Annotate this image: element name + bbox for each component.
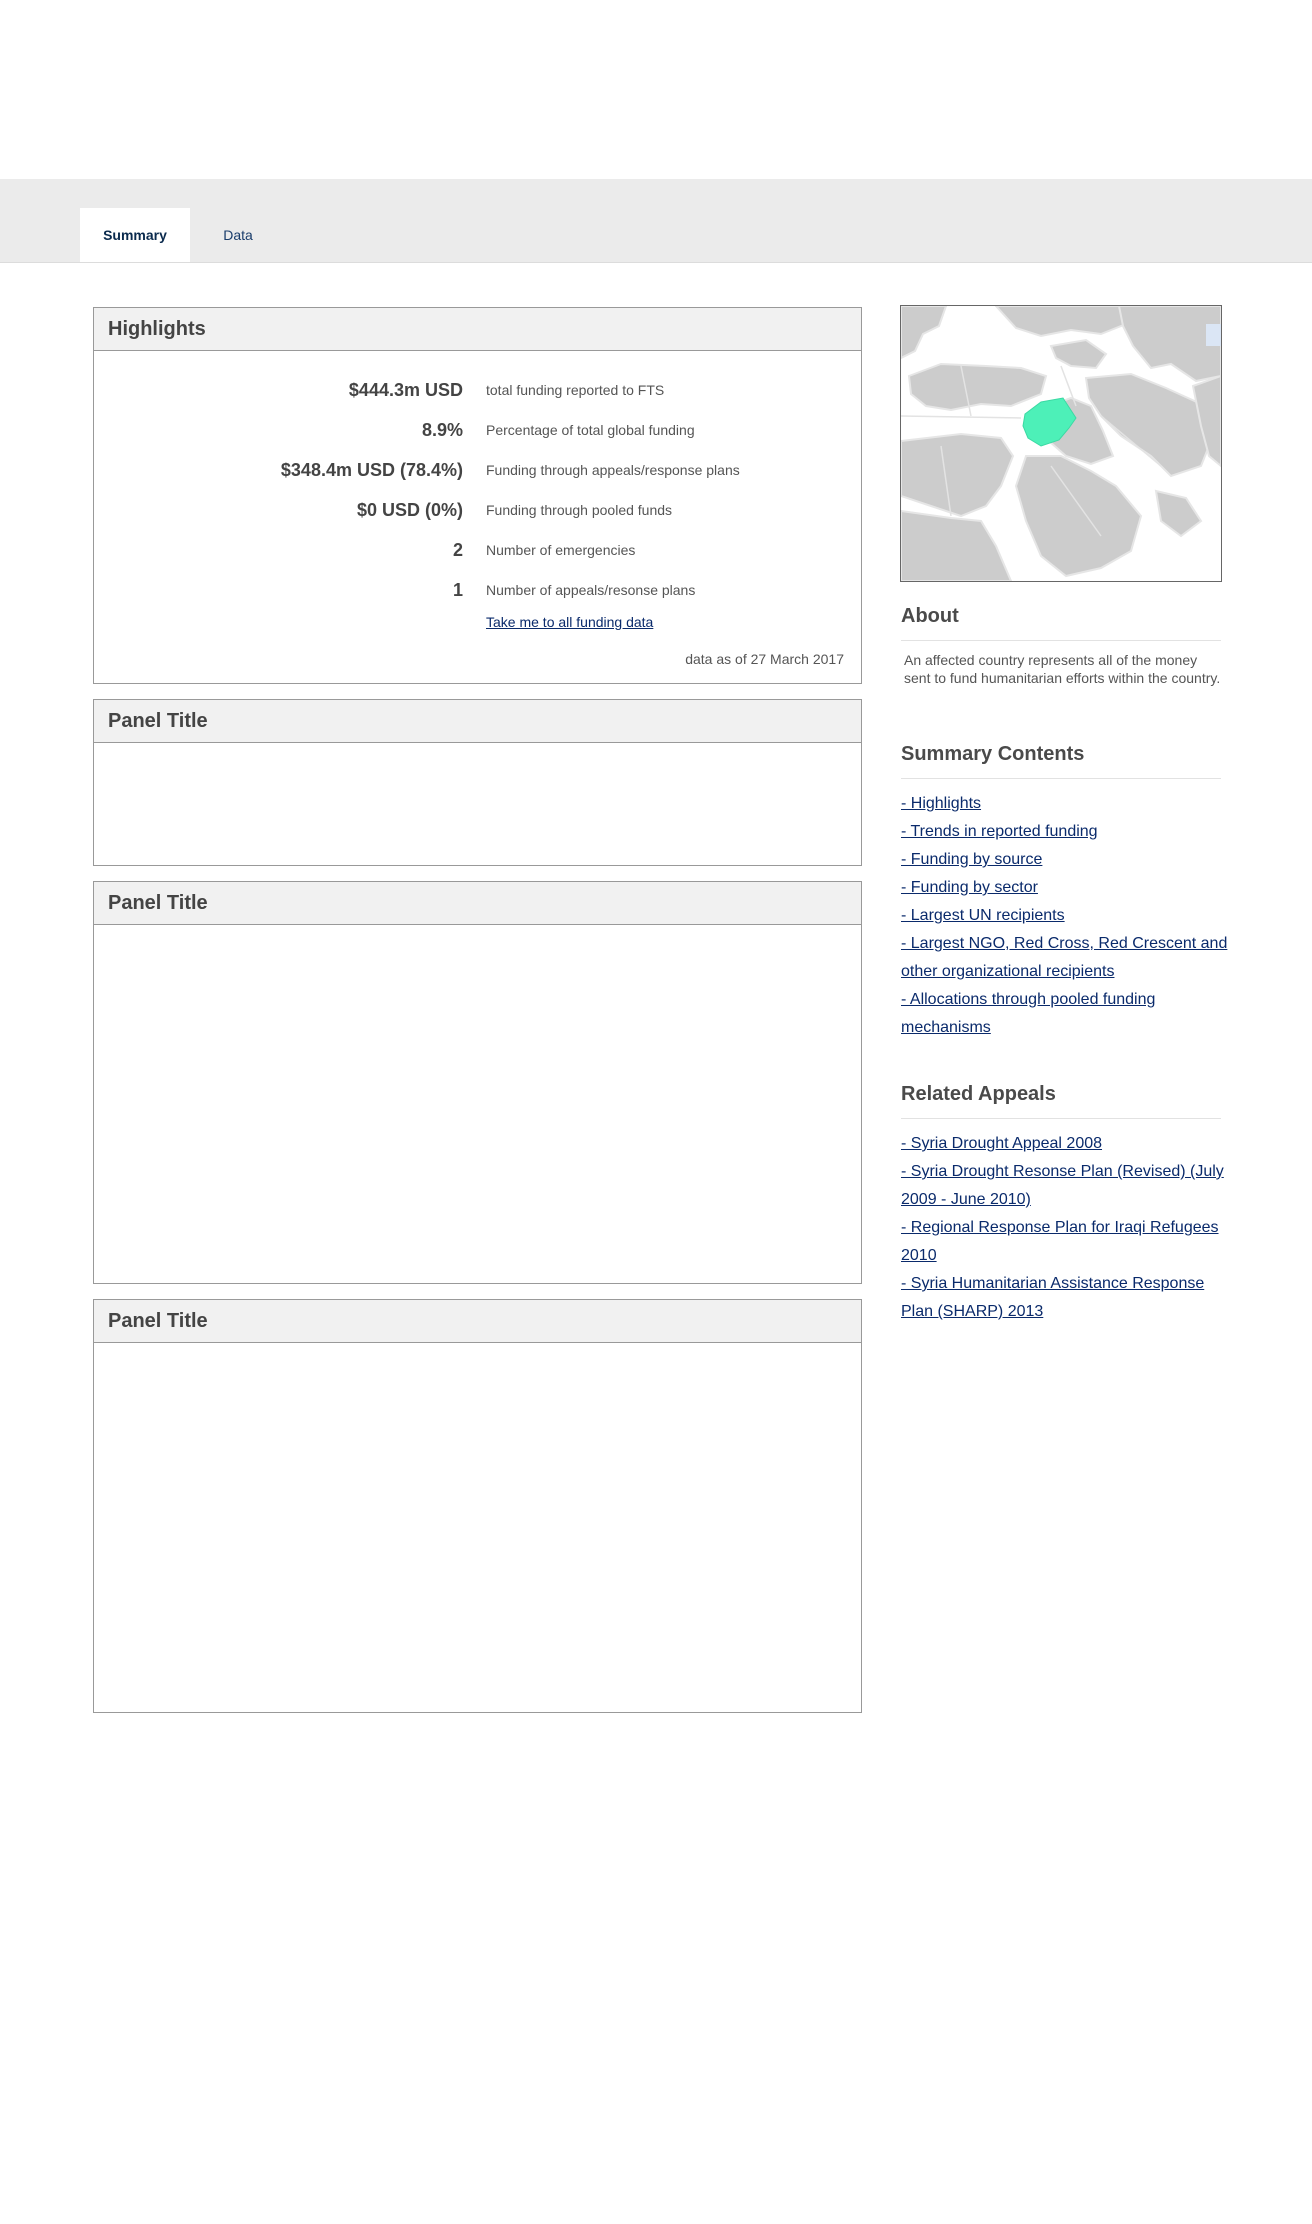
highlight-row-emergencies: 2 Number of emergencies	[94, 535, 861, 565]
tab-bar: Summary Data	[0, 179, 1312, 263]
global-percentage-label: Percentage of total global funding	[486, 422, 695, 438]
country-map[interactable]	[900, 305, 1222, 582]
contents-link-pooled-funding[interactable]: - Allocations through pooled funding mec…	[901, 986, 1231, 1042]
contents-link-highlights[interactable]: - Highlights	[901, 790, 1231, 818]
appeal-link-drought-2008[interactable]: - Syria Drought Appeal 2008	[901, 1130, 1231, 1158]
appeal-link-drought-response-plan[interactable]: - Syria Drought Resonse Plan (Revised) (…	[901, 1158, 1231, 1214]
panel-1-title: Panel Title	[94, 700, 861, 743]
contents-link-funding-by-sector[interactable]: - Funding by sector	[901, 874, 1231, 902]
map-corner-tile	[1206, 324, 1221, 346]
tab-summary[interactable]: Summary	[80, 208, 190, 262]
highlights-title: Highlights	[94, 308, 861, 351]
highlight-row-total-funding: $444.3m USD total funding reported to FT…	[94, 375, 861, 405]
contents-link-largest-un-recipients[interactable]: - Largest UN recipients	[901, 902, 1231, 930]
panel-3-title: Panel Title	[94, 1300, 861, 1343]
related-appeals-heading: Related Appeals	[901, 1083, 1221, 1119]
highlight-row-appeals-funding: $348.4m USD (78.4%) Funding through appe…	[94, 455, 861, 485]
contents-link-funding-by-source[interactable]: - Funding by source	[901, 846, 1231, 874]
pooled-funds-label: Funding through pooled funds	[486, 502, 673, 518]
global-percentage-value: 8.9%	[421, 420, 463, 440]
appeal-link-sharp-2013[interactable]: - Syria Humanitarian Assistance Response…	[901, 1270, 1231, 1326]
all-funding-data-link[interactable]: Take me to all funding data	[486, 614, 653, 630]
appeals-funding-value: $348.4m USD (78.4%)	[280, 460, 463, 480]
highlight-row-global-percentage: 8.9% Percentage of total global funding	[94, 415, 861, 445]
appeals-count-value: 1	[452, 580, 463, 600]
emergencies-value: 2	[452, 540, 463, 560]
contents-link-trends[interactable]: - Trends in reported funding	[901, 818, 1231, 846]
panel-3: Panel Title	[93, 1299, 862, 1713]
appeals-count-label: Number of appeals/resonse plans	[486, 582, 696, 598]
total-funding-value: $444.3m USD	[348, 380, 463, 400]
appeals-funding-label: Funding through appeals/response plans	[486, 462, 740, 478]
about-heading: About	[901, 605, 1221, 641]
appeal-link-iraqi-refugees-2010[interactable]: - Regional Response Plan for Iraqi Refug…	[901, 1214, 1231, 1270]
panel-2-title: Panel Title	[94, 882, 861, 925]
emergencies-label: Number of emergencies	[486, 542, 636, 558]
contents-link-largest-ngo-recipients[interactable]: - Largest NGO, Red Cross, Red Crescent a…	[901, 930, 1231, 986]
related-appeals-list: - Syria Drought Appeal 2008 - Syria Drou…	[901, 1130, 1231, 1326]
panel-1: Panel Title	[93, 699, 862, 866]
panel-2: Panel Title	[93, 881, 862, 1284]
pooled-funds-value: $0 USD (0%)	[356, 500, 463, 520]
highlight-row-pooled-funds: $0 USD (0%) Funding through pooled funds	[94, 495, 861, 525]
highlights-panel: Highlights $444.3m USD total funding rep…	[93, 307, 862, 684]
map-svg	[901, 306, 1221, 581]
about-text: An affected country represents all of th…	[904, 652, 1221, 686]
tab-data[interactable]: Data	[200, 208, 276, 262]
highlight-row-appeals-count: 1 Number of appeals/resonse plans	[94, 575, 861, 605]
total-funding-label: total funding reported to FTS	[486, 382, 665, 398]
summary-contents-list: - Highlights - Trends in reported fundin…	[901, 790, 1231, 1042]
summary-contents-heading: Summary Contents	[901, 743, 1221, 779]
data-as-of: data as of 27 March 2017	[685, 651, 844, 667]
